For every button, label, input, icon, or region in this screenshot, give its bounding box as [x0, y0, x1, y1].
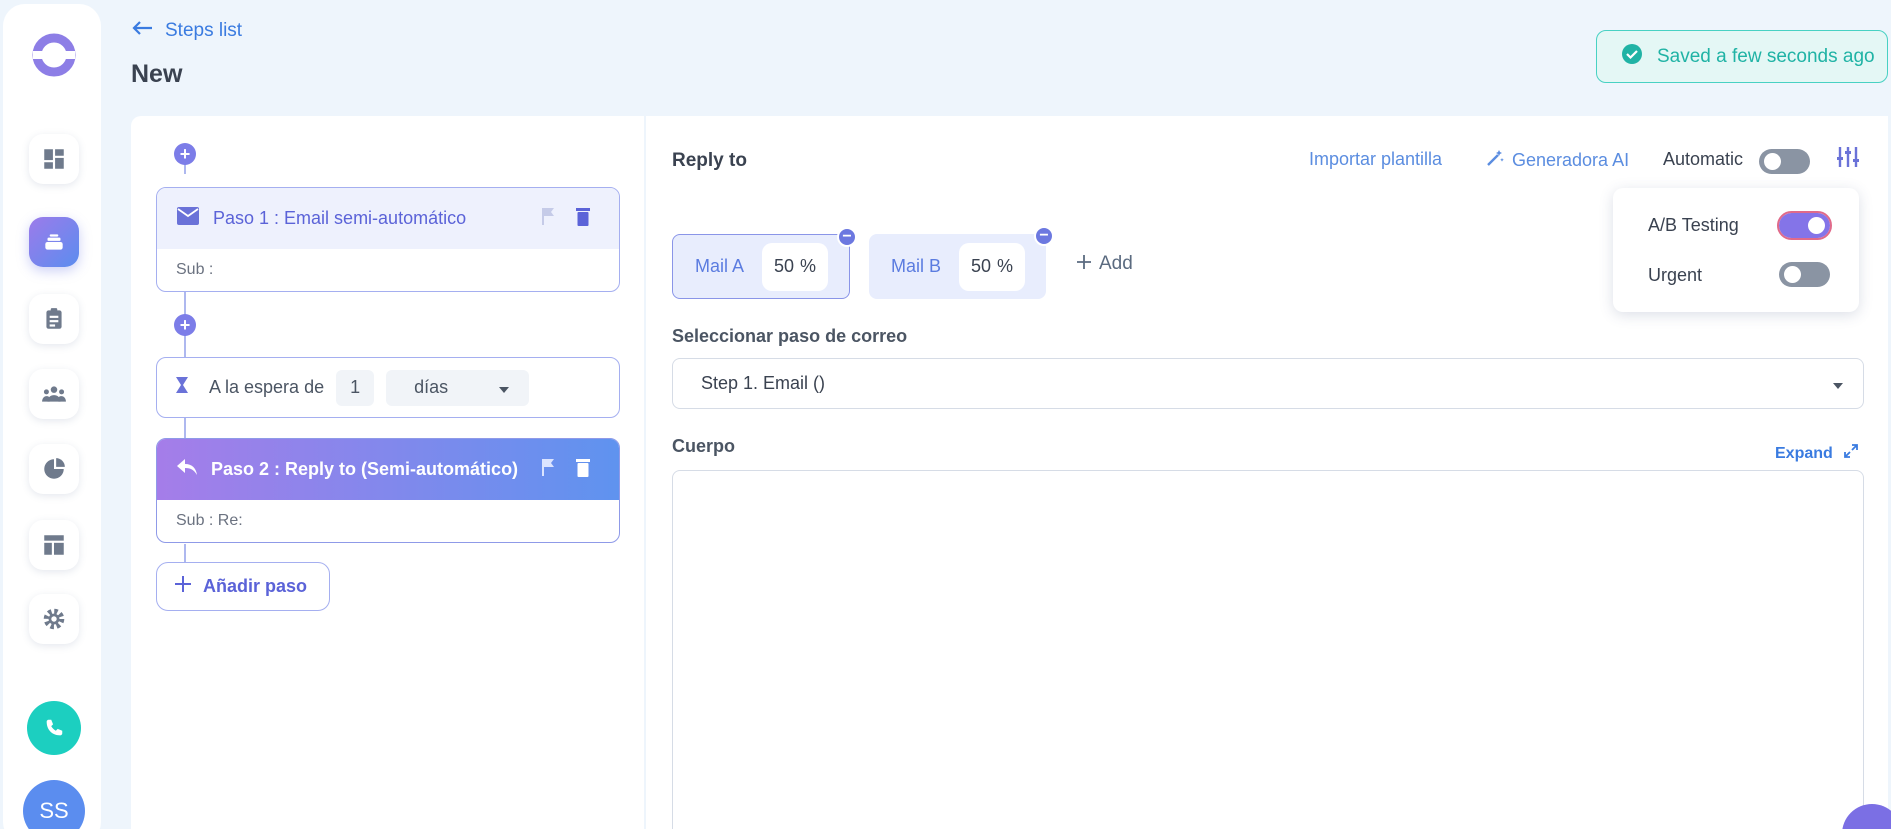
- ai-generator-label: Generadora AI: [1512, 150, 1630, 170]
- mail-a-label: Mail A: [695, 256, 745, 276]
- arrow-left-icon: [131, 20, 153, 42]
- phone-icon[interactable]: [27, 701, 81, 755]
- mail-b-percent-input[interactable]: 50 %: [959, 242, 1026, 291]
- insert-step-plus-icon[interactable]: +: [174, 314, 196, 336]
- caret-down-icon: [1833, 373, 1843, 394]
- wait-unit-select[interactable]: días: [386, 369, 530, 406]
- dashboard-icon[interactable]: [29, 134, 79, 184]
- reports-icon[interactable]: [29, 444, 79, 494]
- timeline-line: [184, 544, 186, 564]
- percent-unit: %: [997, 256, 1014, 276]
- step-title: Paso 1 : Email semi-automático: [213, 208, 467, 228]
- automatic-toggle[interactable]: [1759, 149, 1810, 174]
- magic-wand-icon: [1486, 149, 1504, 172]
- hourglass-icon: [175, 376, 189, 399]
- flag-icon[interactable]: [541, 207, 555, 230]
- contacts-icon[interactable]: [29, 369, 79, 419]
- flag-icon[interactable]: [541, 458, 555, 481]
- trash-icon[interactable]: [575, 458, 591, 482]
- options-dropdown: A/B Testing Urgent: [1613, 188, 1859, 312]
- import-template-link[interactable]: Importar plantilla: [1309, 149, 1442, 170]
- envelope-icon: [177, 207, 199, 230]
- plus-icon: [175, 576, 191, 597]
- add-mail-button[interactable]: Add: [1077, 253, 1133, 275]
- automatic-label: Automatic: [1663, 149, 1744, 169]
- sidebar: SS: [3, 4, 101, 829]
- expand-label: Expand: [1775, 444, 1833, 462]
- wait-value-input[interactable]: 1: [336, 369, 375, 406]
- timeline-line: [184, 418, 186, 438]
- expand-arrows-icon: [1843, 443, 1859, 464]
- step-title: Paso 2 : Reply to (Semi-automático): [211, 459, 519, 479]
- add-mail-label: Add: [1099, 253, 1133, 274]
- percent-unit: %: [800, 256, 817, 276]
- plus-icon: [1077, 253, 1091, 275]
- mail-a-tab[interactable]: Mail A 50 % −: [672, 227, 857, 299]
- insert-step-plus-icon[interactable]: +: [174, 143, 196, 165]
- reply-icon: [177, 459, 197, 480]
- expand-button[interactable]: Expand: [1775, 443, 1859, 464]
- editor-title: Reply to: [672, 150, 747, 171]
- step-subject: Sub :: [176, 261, 214, 278]
- trash-icon[interactable]: [575, 207, 591, 231]
- remove-mail-a-icon[interactable]: −: [837, 227, 857, 247]
- mail-a-percent: 50: [774, 256, 795, 276]
- saved-status-text: Saved a few seconds ago: [1657, 45, 1875, 67]
- app-logo-icon[interactable]: [29, 30, 79, 80]
- step-card-2[interactable]: Paso 2 : Reply to (Semi-automático) Sub …: [156, 438, 620, 543]
- ab-testing-toggle[interactable]: [1777, 211, 1832, 240]
- sequences-icon[interactable]: [29, 217, 79, 267]
- settings-icon[interactable]: [29, 594, 79, 644]
- add-step-button[interactable]: Añadir paso: [156, 562, 330, 611]
- steps-panel: + Paso 1 : Email semi-automático Sub : +…: [131, 116, 644, 829]
- back-link[interactable]: Steps list: [131, 20, 242, 42]
- body-label: Cuerpo: [672, 436, 735, 456]
- wait-unit-value: días: [414, 377, 449, 397]
- templates-icon[interactable]: [29, 520, 79, 570]
- page-title: New: [131, 60, 183, 88]
- ab-testing-label: A/B Testing: [1648, 215, 1739, 235]
- avatar[interactable]: SS: [23, 780, 85, 829]
- urgent-label: Urgent: [1648, 265, 1703, 285]
- mail-b-percent: 50: [970, 256, 992, 276]
- mail-a-percent-input[interactable]: 50 %: [762, 242, 829, 291]
- remove-mail-b-icon[interactable]: −: [1034, 226, 1054, 246]
- wait-label: A la espera de: [209, 377, 325, 397]
- mail-step-select[interactable]: Step 1. Email (): [672, 358, 1864, 409]
- ai-generator-button[interactable]: Generadora AI: [1486, 149, 1629, 172]
- sliders-icon[interactable]: [1836, 146, 1860, 173]
- select-step-label: Seleccionar paso de correo: [672, 326, 908, 346]
- wait-step-card[interactable]: A la espera de 1 días: [156, 357, 620, 418]
- body-editor[interactable]: [672, 470, 1864, 829]
- mail-step-value: Step 1. Email (): [701, 373, 826, 393]
- mail-b-label: Mail B: [891, 256, 942, 276]
- step-subject: Sub : Re:: [176, 512, 243, 529]
- urgent-toggle[interactable]: [1779, 262, 1830, 287]
- caret-down-icon: [499, 377, 510, 398]
- mail-b-tab[interactable]: Mail B 50 % −: [869, 226, 1054, 299]
- check-circle-icon: [1621, 43, 1643, 71]
- step-card-1[interactable]: Paso 1 : Email semi-automático Sub :: [156, 187, 620, 292]
- tasks-icon[interactable]: [29, 294, 79, 344]
- saved-status-badge: Saved a few seconds ago: [1596, 30, 1888, 83]
- back-link-label: Steps list: [165, 20, 243, 41]
- add-step-label: Añadir paso: [203, 576, 308, 596]
